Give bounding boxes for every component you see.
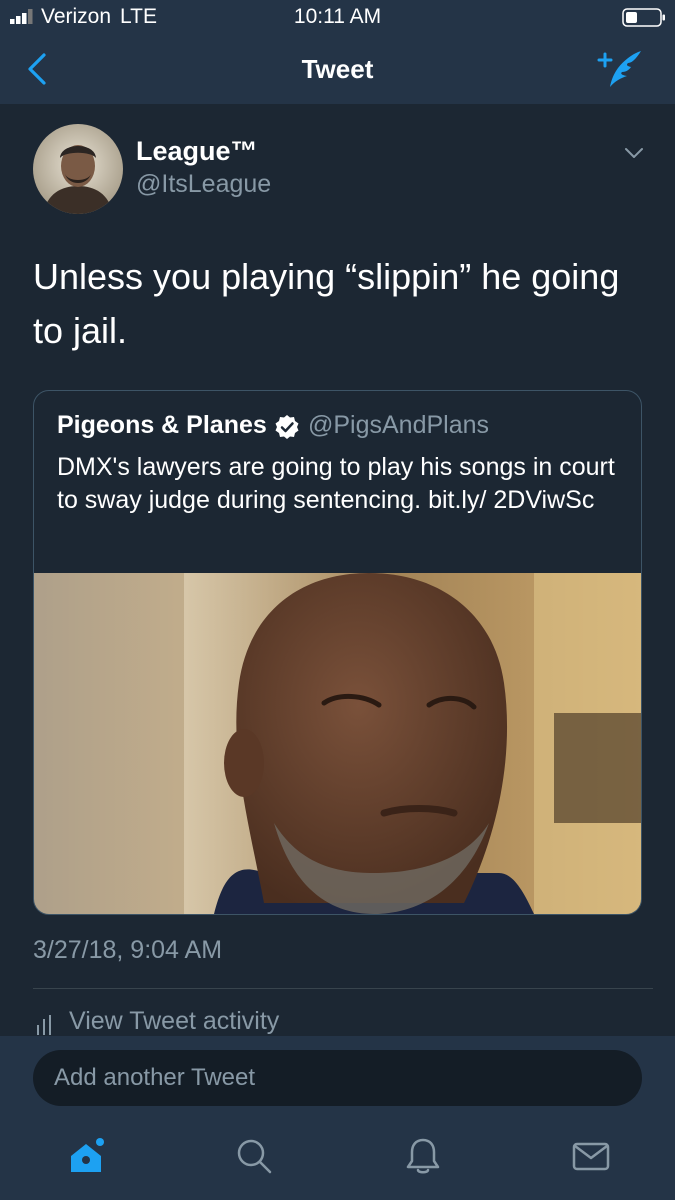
home-icon[interactable] <box>66 1136 106 1176</box>
search-icon[interactable] <box>234 1136 274 1176</box>
quoted-tweet-text: DMX's lawyers are going to play his song… <box>57 453 615 514</box>
avatar-image <box>33 124 123 214</box>
battery-icon <box>622 8 665 27</box>
bar-chart-icon <box>37 1015 51 1035</box>
divider <box>33 988 653 989</box>
status-time: 10:11 AM <box>293 5 382 28</box>
avatar[interactable] <box>33 124 123 214</box>
verified-badge-icon <box>275 415 299 439</box>
author-handle[interactable]: @ItsLeague <box>136 170 271 199</box>
chevron-down-icon[interactable] <box>622 143 646 163</box>
quoted-tweet-photo[interactable] <box>34 573 641 914</box>
view-tweet-activity-label: View Tweet activity <box>69 1007 280 1035</box>
quoted-author-handle: @PigsAndPlans <box>308 411 490 439</box>
tweet-detail-screen: Verizon LTE 10:11 AM Tweet League™ @ItsL… <box>0 0 675 1200</box>
top-bar: Verizon LTE 10:11 AM Tweet <box>0 0 675 104</box>
tweet-text: Unless you playing “slippin” he going to… <box>33 256 620 351</box>
tweet-timestamp: 3/27/18, 9:04 AM <box>33 936 223 964</box>
notifications-icon[interactable] <box>403 1136 443 1176</box>
author-name[interactable]: League™ <box>136 136 258 167</box>
status-bar: Verizon LTE 10:11 AM <box>0 0 675 34</box>
compose-tweet-icon[interactable] <box>596 48 646 90</box>
quoted-author-name: Pigeons & Planes <box>57 411 267 439</box>
tab-bar <box>0 1126 675 1200</box>
page-title: Tweet <box>301 54 374 84</box>
quoted-tweet-card[interactable]: Pigeons & Planes @PigsAndPlans DMX's law… <box>33 390 642 915</box>
nav-bar: Tweet <box>0 34 675 104</box>
reply-bar: Add another Tweet <box>0 1036 675 1126</box>
add-another-tweet-input[interactable]: Add another Tweet <box>33 1050 642 1106</box>
messages-icon[interactable] <box>571 1136 611 1176</box>
